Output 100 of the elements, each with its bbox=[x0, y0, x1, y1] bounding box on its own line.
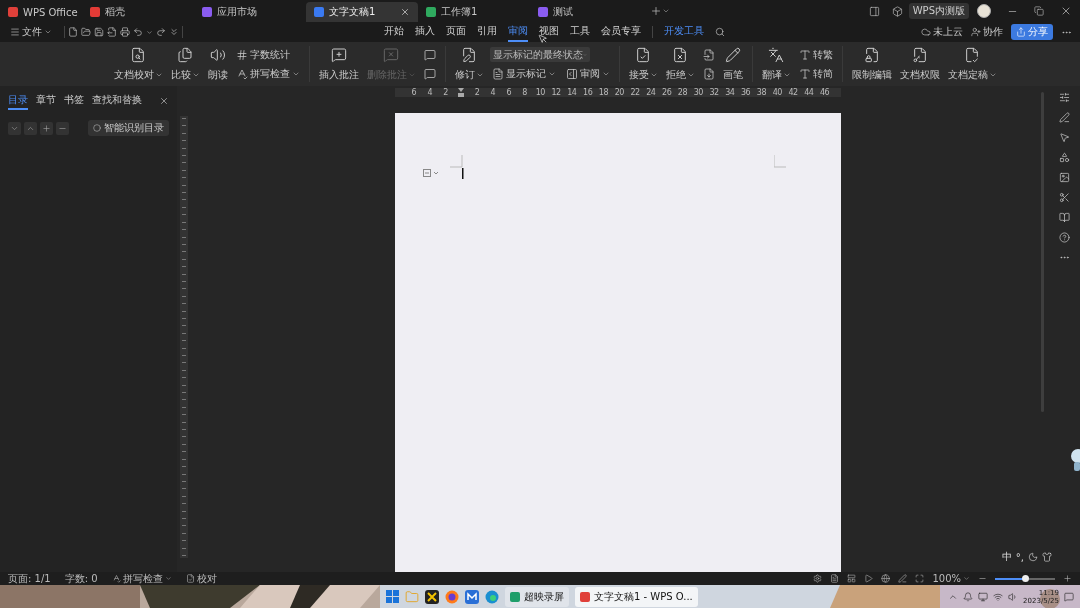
ribbon-tab[interactable]: 工具 bbox=[570, 22, 590, 42]
panel-tab[interactable]: 书签 bbox=[64, 92, 84, 110]
ime-mode[interactable]: 中 bbox=[1001, 550, 1012, 564]
panel-tab[interactable]: 章节 bbox=[36, 92, 56, 110]
ribbon-button[interactable]: 拼写检查 bbox=[233, 66, 302, 81]
circle-icon bbox=[93, 124, 101, 132]
ribbon-tab[interactable]: 开始 bbox=[384, 22, 404, 42]
layout-icon bbox=[847, 574, 857, 583]
taskbar-app[interactable]: 文字文稿1 - WPS O... bbox=[575, 586, 698, 607]
ribbon-button[interactable]: 文档定稿 bbox=[945, 46, 999, 82]
ribbon-button[interactable]: 拒绝 bbox=[663, 46, 697, 82]
edge-browser-icon[interactable] bbox=[485, 589, 499, 604]
collaborate-button[interactable]: 协作 bbox=[971, 25, 1003, 39]
pencil-icon bbox=[724, 47, 741, 63]
mascot-icon bbox=[1068, 448, 1080, 472]
proofread-button[interactable]: 校对 bbox=[185, 572, 217, 585]
ime-punctuation[interactable]: °, bbox=[1015, 551, 1024, 563]
ribbon-button[interactable]: 转繁 bbox=[796, 47, 835, 62]
speaker-icon bbox=[1008, 591, 1019, 602]
ribbon-button[interactable]: 限制编辑 bbox=[849, 46, 894, 82]
ribbon-button[interactable]: 审阅 bbox=[563, 66, 612, 81]
ribbon-button[interactable] bbox=[700, 48, 717, 61]
browser-icon[interactable] bbox=[445, 589, 459, 604]
zoom-in-icon bbox=[1063, 574, 1072, 583]
ribbon-button[interactable] bbox=[421, 67, 438, 80]
taskbar-app[interactable]: 超映录屏 bbox=[505, 586, 569, 607]
panel-icon bbox=[868, 5, 880, 17]
redo-icon bbox=[156, 27, 166, 37]
app-logo-icon bbox=[202, 7, 212, 17]
zoom-thumb[interactable] bbox=[1022, 574, 1029, 582]
document-arrow-icon bbox=[702, 48, 715, 61]
ribbon-button[interactable] bbox=[421, 48, 438, 61]
comment-delete-icon bbox=[383, 47, 399, 63]
file-menu[interactable]: 文件 bbox=[6, 23, 56, 41]
ribbon-button[interactable]: 修订 bbox=[452, 46, 486, 82]
ribbon-button[interactable]: 翻译 bbox=[759, 46, 793, 82]
ribbon-tab[interactable]: 视图 bbox=[539, 22, 559, 42]
caret-icon bbox=[475, 71, 484, 79]
remove-button[interactable] bbox=[56, 121, 69, 135]
ribbon-tab[interactable]: 插入 bbox=[415, 22, 435, 42]
document-check-icon bbox=[635, 47, 651, 63]
comment-icon bbox=[423, 48, 436, 61]
ribbon-tab[interactable]: 页面 bbox=[446, 22, 466, 42]
fullscreen-icon bbox=[915, 574, 925, 583]
document-tab[interactable]: WPS Office bbox=[0, 2, 82, 22]
caret-icon bbox=[407, 71, 416, 79]
document-tab[interactable]: 工作簿1 bbox=[418, 2, 530, 22]
app-logo-icon bbox=[510, 591, 520, 602]
collapse-button[interactable] bbox=[8, 121, 21, 135]
caret-icon bbox=[988, 71, 997, 79]
ribbon-button[interactable]: 接受 bbox=[626, 46, 660, 82]
spell-check-button[interactable]: 拼写检查 bbox=[111, 572, 172, 585]
document-tab[interactable]: 稻壳 bbox=[82, 2, 194, 22]
add-button[interactable] bbox=[40, 121, 53, 135]
notification-icon bbox=[1064, 591, 1074, 602]
export-icon bbox=[107, 27, 117, 37]
ribbon-button[interactable]: 显示标记 bbox=[489, 66, 558, 81]
panel-tab[interactable]: 查找和替换 bbox=[92, 92, 142, 110]
ribbon-button[interactable]: 插入批注 bbox=[316, 46, 361, 82]
ribbon-button[interactable]: 文档权限 bbox=[897, 46, 942, 82]
indent-marker-icon bbox=[458, 88, 465, 97]
ribbon-button[interactable]: 文档校对 bbox=[111, 46, 165, 82]
ribbon-button[interactable]: 画笔 bbox=[720, 46, 745, 82]
restore-icon bbox=[1034, 6, 1044, 16]
document-tab[interactable]: 应用市场 bbox=[194, 2, 306, 22]
document-tab[interactable]: 文字文稿1 bbox=[306, 2, 418, 22]
wifi-icon bbox=[993, 591, 1004, 602]
more-icon bbox=[169, 27, 179, 37]
page-count: 页面: 1/1 bbox=[8, 572, 51, 585]
ribbon-button[interactable]: 比较 bbox=[168, 46, 202, 82]
folder-icon bbox=[81, 27, 91, 37]
ribbon-button[interactable]: 字数统计 bbox=[233, 47, 302, 62]
app-logo-icon bbox=[580, 591, 590, 602]
ribbon-button[interactable]: 转简 bbox=[796, 66, 835, 81]
ribbon-tab[interactable]: 开发工具 bbox=[664, 22, 704, 42]
windows-logo-icon[interactable] bbox=[386, 590, 399, 603]
avatar[interactable] bbox=[977, 4, 991, 18]
expand-button[interactable] bbox=[24, 121, 37, 135]
ribbon-button[interactable]: 朗读 bbox=[205, 46, 230, 82]
zoom-slider[interactable] bbox=[995, 577, 1055, 580]
share-icon bbox=[1016, 27, 1026, 37]
plus-icon bbox=[42, 123, 51, 133]
panel-tab[interactable]: 目录 bbox=[8, 92, 28, 110]
share-button[interactable]: 分享 bbox=[1011, 24, 1053, 40]
caret-icon bbox=[191, 71, 200, 79]
pointer-icon bbox=[1058, 132, 1070, 143]
caret-icon bbox=[782, 71, 791, 79]
zoom-level[interactable]: 100% bbox=[932, 572, 970, 585]
word-count: 字数: 0 bbox=[64, 572, 98, 585]
page-view-icon bbox=[830, 574, 840, 583]
smart-toc-button[interactable]: 智能识别目录 bbox=[88, 120, 169, 136]
comment-add-icon bbox=[330, 47, 347, 63]
document-tab[interactable]: 测试 bbox=[530, 2, 642, 22]
ribbon-tab[interactable]: 引用 bbox=[477, 22, 497, 42]
hash-icon bbox=[235, 48, 248, 61]
comment-icon bbox=[423, 67, 436, 80]
image-icon bbox=[1058, 172, 1070, 183]
ribbon-tab[interactable]: 会员专享 bbox=[601, 22, 641, 42]
markup-dropdown[interactable]: 显示标记的最终状态 bbox=[489, 47, 590, 63]
cloud-status[interactable]: 未上云 bbox=[921, 25, 963, 39]
